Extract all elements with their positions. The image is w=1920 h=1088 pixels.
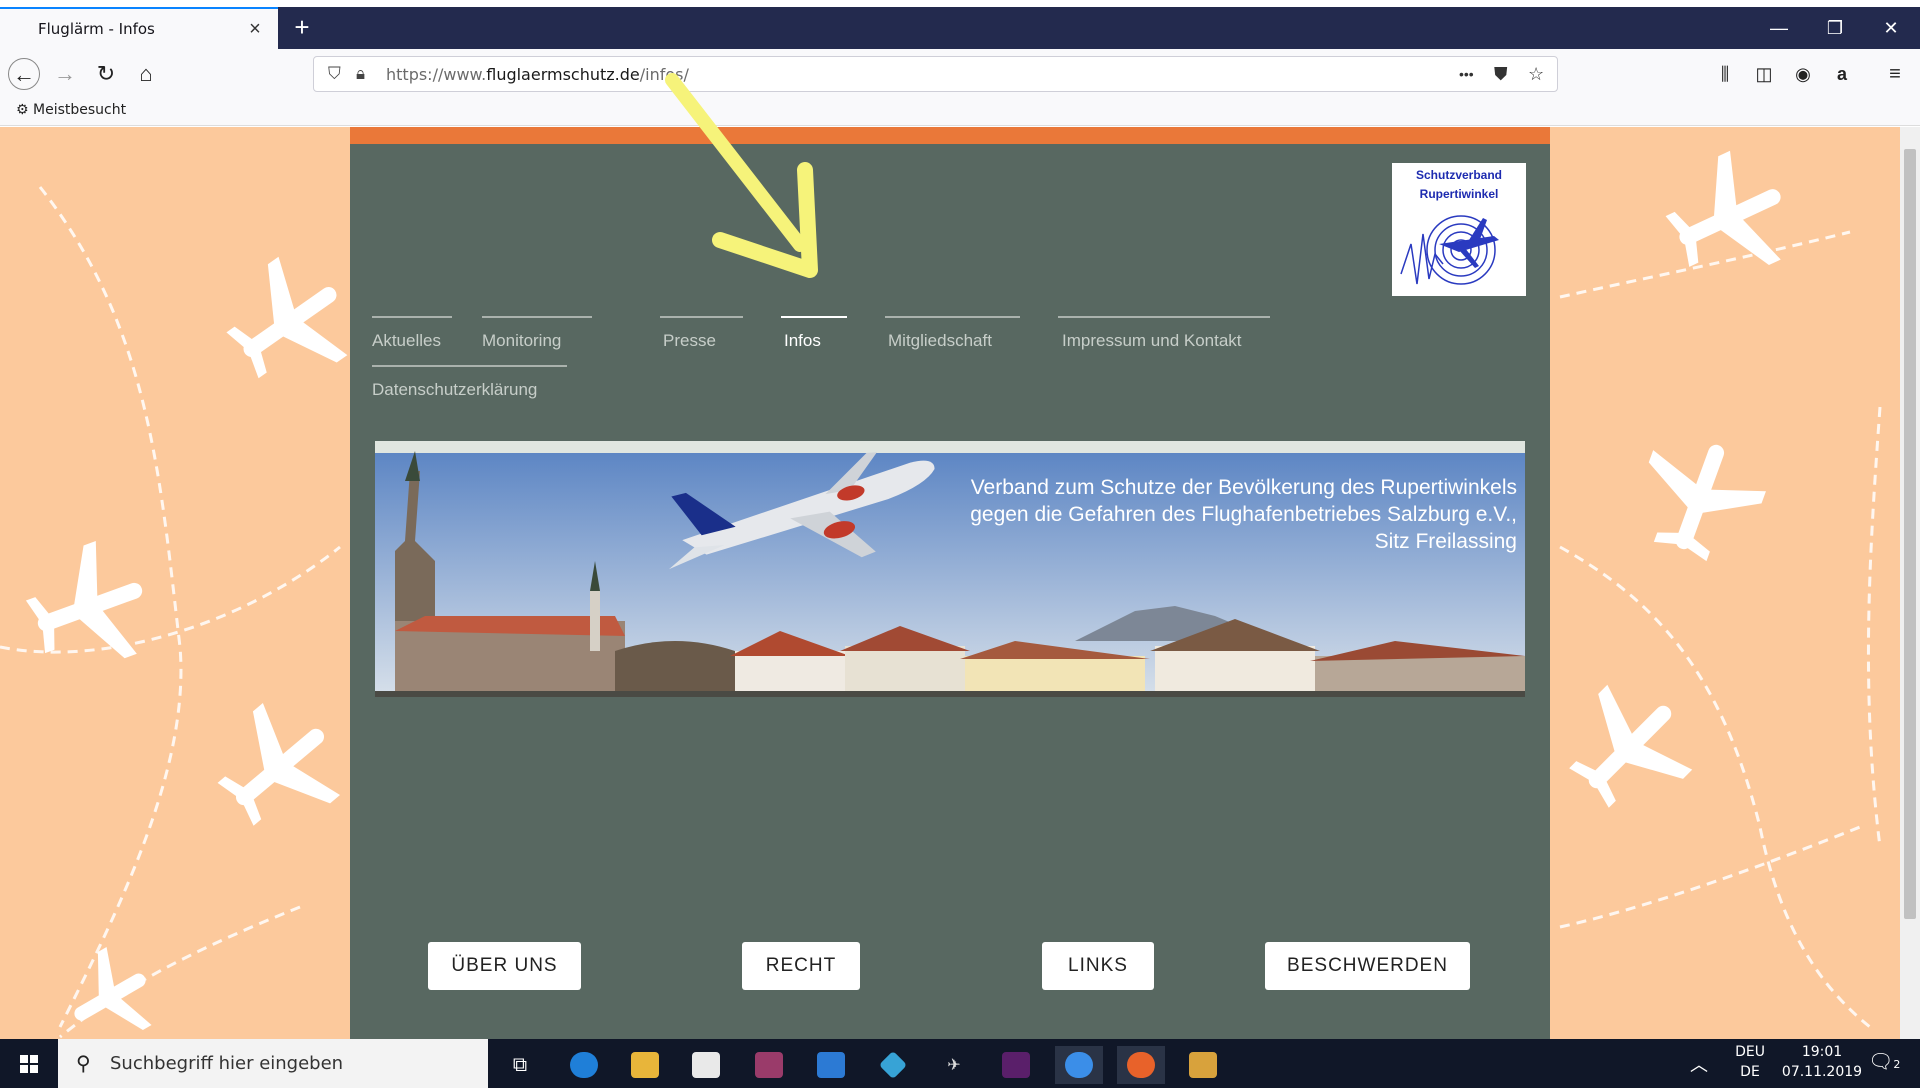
file-explorer-icon[interactable] [621,1046,669,1084]
recht-button[interactable]: RECHT [742,942,860,990]
menu-label: Infos [784,331,821,350]
menu-label: Impressum und Kontakt [1062,331,1242,350]
extension-icon[interactable]: a [1826,58,1858,90]
photos-app-icon[interactable] [745,1046,793,1084]
taskbar-search-box[interactable]: ⚲ Suchbegriff hier eingeben [58,1039,488,1088]
minimize-icon[interactable]: — [1756,7,1802,49]
menu-item-infos[interactable]: Infos [781,316,847,351]
bookmark-label: Meistbesucht [33,102,127,118]
hamburger-menu-icon[interactable]: ≡ [1879,58,1911,90]
menu-label: Monitoring [482,331,562,350]
site-container: Schutzverband Rupertiwinkel Aktuelles Mo… [350,127,1550,1039]
menu-item-presse[interactable]: Presse [660,316,743,351]
navigation-toolbar: ← → ↻ ⌂ ⛉ 🔒︎ https://www.fluglaermschutz… [0,49,1920,99]
menu-item-impressum[interactable]: Impressum und Kontakt [1058,316,1270,351]
tab-title: Fluglärm - Infos [38,20,155,38]
pocket-icon[interactable]: ⛊ [1494,61,1508,87]
bookmark-meistbesucht[interactable]: ⚙ Meistbesucht [16,102,126,118]
page-background: Schutzverband Rupertiwinkel Aktuelles Mo… [0,127,1900,1039]
tab-close-icon[interactable]: × [240,18,270,41]
archive-app-icon[interactable] [1179,1046,1227,1084]
input-language[interactable]: DEU DE [1730,1039,1770,1088]
menu-item-aktuelles[interactable]: Aktuelles [372,316,452,351]
menu-item-mitgliedschaft[interactable]: Mitgliedschaft [885,316,1020,351]
notification-center-icon[interactable]: 🗨︎2 [1868,1049,1900,1088]
orange-top-border [350,127,1550,144]
scrollbar-thumb[interactable] [1904,149,1916,919]
menu-label: Datenschutzerklärung [372,380,538,399]
reload-icon[interactable]: ↻ [90,58,122,90]
window-close-icon[interactable]: ✕ [1868,7,1914,49]
logo-emblem-icon [1400,215,1499,285]
store-icon[interactable] [682,1046,730,1084]
page-actions-icon[interactable]: ••• [1459,61,1474,87]
banner-line3: Sitz Freilassing [1374,530,1517,553]
edge-icon[interactable] [560,1046,608,1084]
back-arrow-icon[interactable]: ← [8,58,40,90]
window-top-edge [0,0,1920,7]
tray-chevron-icon[interactable]: ︿ [1690,1051,1708,1088]
active-tab[interactable]: Fluglärm - Infos × [0,7,278,49]
tab-bar: Fluglärm - Infos × + — ❐ ✕ [0,7,1920,49]
task-view-icon[interactable]: ⧉ [496,1046,544,1084]
logo-line2: Rupertiwinkel [1419,187,1499,201]
sidebar-icon[interactable]: ◫ [1748,58,1780,90]
new-tab-button[interactable]: + [286,11,318,43]
lang-bottom: DE [1740,1064,1760,1080]
library-icon[interactable]: ⫼ [1709,58,1741,90]
clock-time: 19:01 [1801,1044,1843,1060]
lang-top: DEU [1735,1044,1765,1060]
clock[interactable]: 19:01 07.11.2019 [1772,1039,1872,1088]
menu-label: Aktuelles [372,331,441,350]
logo-line1: Schutzverband [1415,168,1502,182]
forward-arrow-icon[interactable]: → [49,58,81,90]
search-icon: ⚲ [76,1053,91,1075]
tracking-shield-icon[interactable]: ⛉ [328,61,341,87]
annotation-arrow [665,73,818,278]
url-bar[interactable]: ⛉ 🔒︎ https://www.fluglaermschutz.de/info… [313,56,1558,92]
windows-taskbar: ⚲ Suchbegriff hier eingeben ⧉ ✈ ︿ DEU DE… [0,1039,1920,1088]
links-button[interactable]: LINKS [1042,942,1154,990]
header-banner: Verband zum Schutze der Bevölkerung des … [375,441,1525,697]
home-icon[interactable]: ⌂ [130,58,162,90]
banner-line1: Verband zum Schutze der Bevölkerung des … [970,476,1517,499]
bird-app-icon[interactable]: ✈ [930,1046,978,1084]
banner-line2: gegen die Gefahren des Flughafenbetriebe… [970,503,1517,526]
ueber-uns-button[interactable]: ÜBER UNS [428,942,581,990]
lock-icon[interactable]: 🔒︎ [356,61,365,87]
logo[interactable]: Schutzverband Rupertiwinkel [1392,163,1526,296]
menu-item-datenschutz[interactable]: Datenschutzerklärung [372,365,567,400]
messenger-icon[interactable] [1055,1046,1103,1084]
restore-icon[interactable]: ❐ [1812,7,1858,49]
screen: Fluglärm - Infos × + — ❐ ✕ ← → ↻ ⌂ ⛉ 🔒︎ … [0,0,1920,1088]
account-icon[interactable]: ◉ [1787,58,1819,90]
windows-start-icon[interactable] [0,1039,58,1088]
menu-item-monitoring[interactable]: Monitoring [482,316,592,351]
kodi-icon[interactable] [869,1046,917,1084]
media-app-icon[interactable] [992,1046,1040,1084]
search-placeholder: Suchbegriff hier eingeben [110,1053,344,1074]
url-text[interactable]: https://www.fluglaermschutz.de/infos/ [386,65,689,84]
window-app-icon[interactable] [807,1046,855,1084]
vertical-scrollbar[interactable] [1900,127,1920,1039]
banner-caption: Verband zum Schutze der Bevölkerung des … [897,474,1517,555]
menu-label: Mitgliedschaft [888,331,992,350]
firefox-icon[interactable] [1117,1046,1165,1084]
clock-date: 07.11.2019 [1781,1064,1863,1080]
bookmarks-toolbar: ⚙ Meistbesucht [0,99,1920,126]
menu-label: Presse [663,331,716,350]
bookmark-star-icon[interactable]: ☆ [1528,61,1544,87]
notification-count: 2 [1893,1058,1901,1071]
beschwerden-button[interactable]: BESCHWERDEN [1265,942,1470,990]
